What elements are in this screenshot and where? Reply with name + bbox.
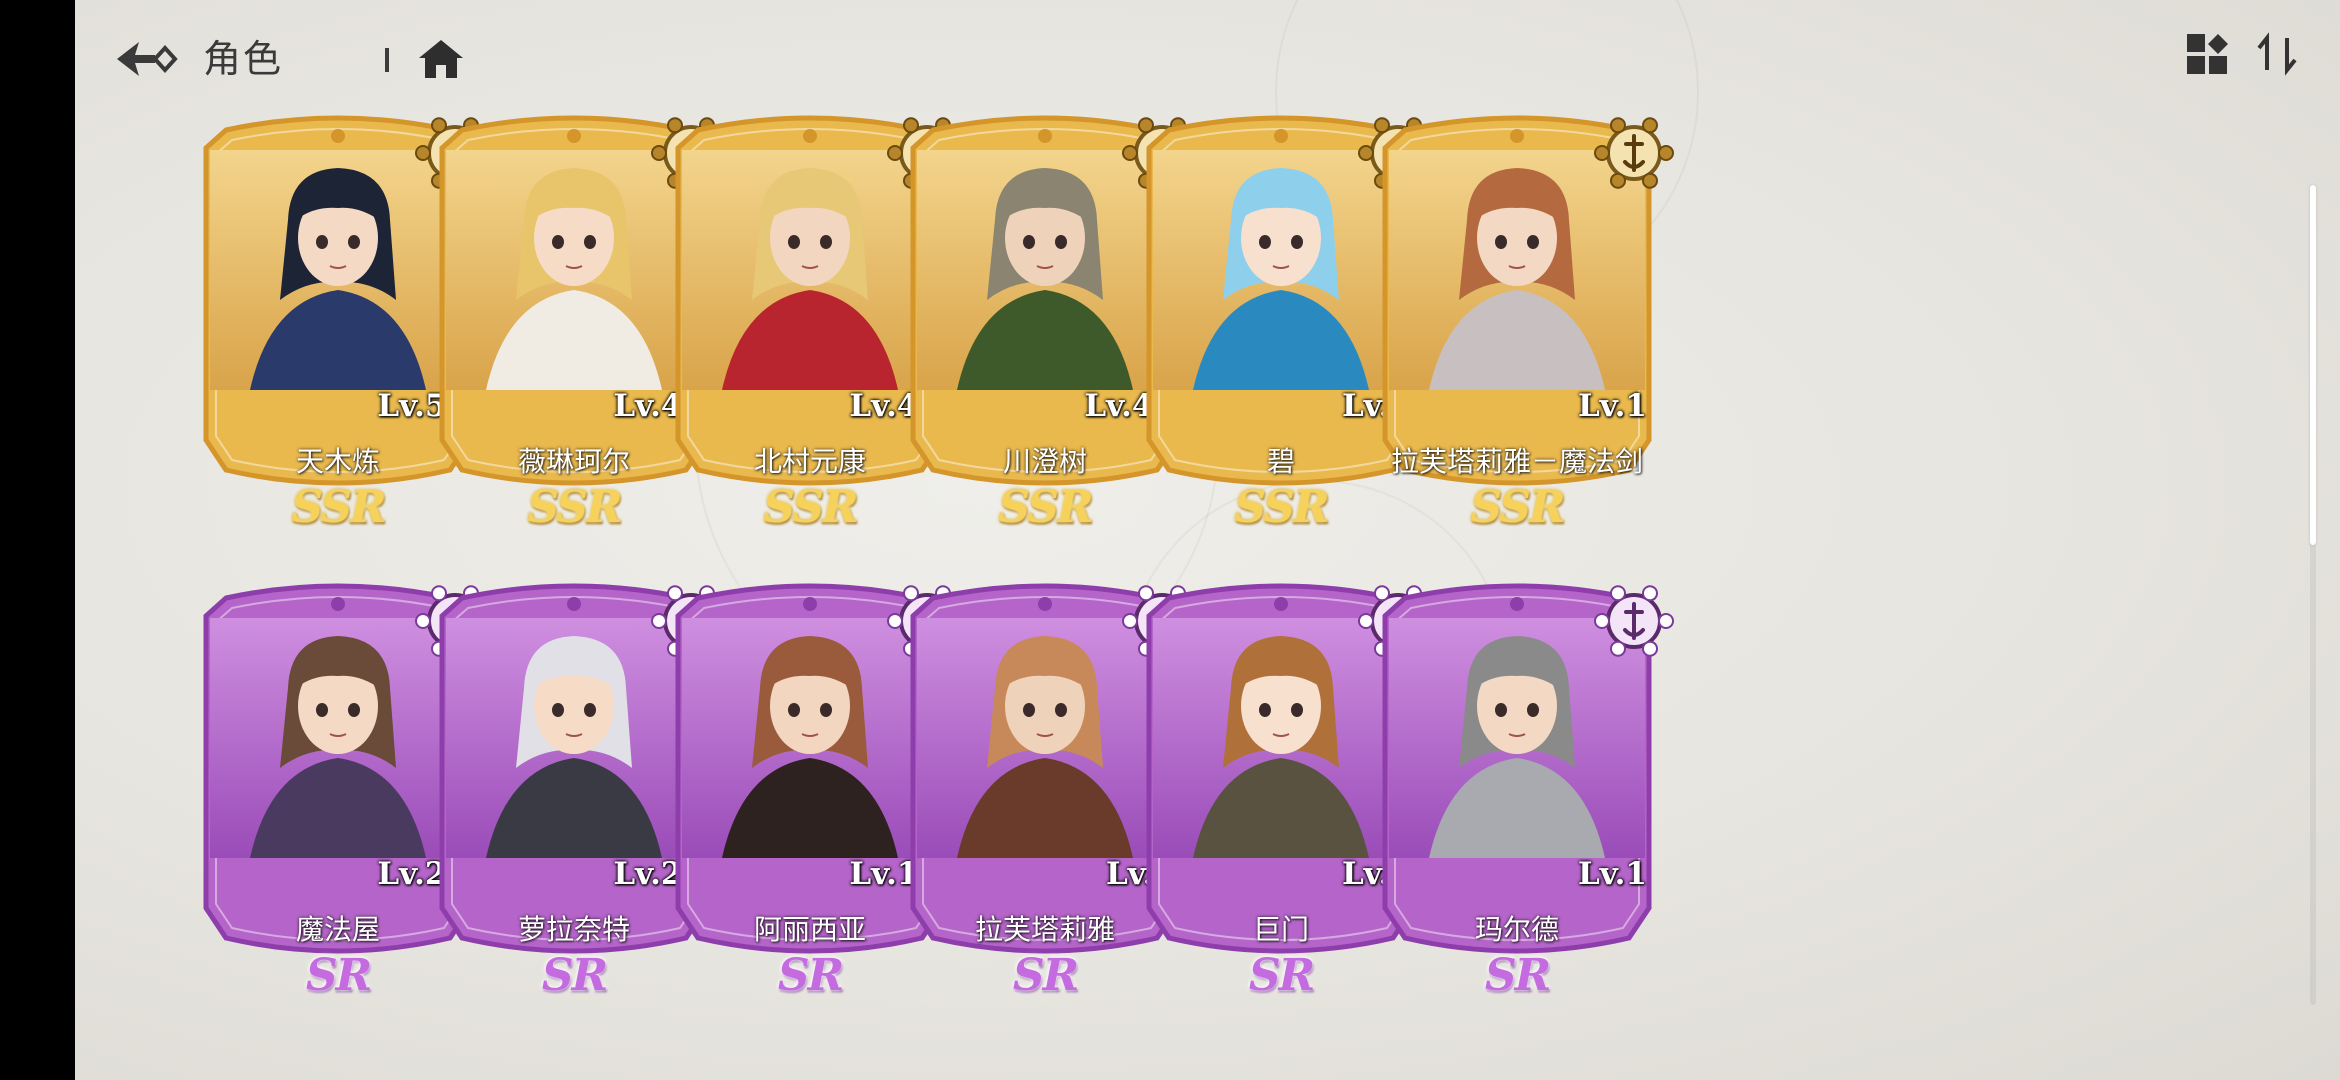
- page-title: 角色: [203, 37, 284, 81]
- character-level: Lv.1: [1577, 388, 1647, 424]
- home-button[interactable]: [415, 34, 467, 84]
- rarity-badge: SR: [1484, 950, 1551, 1001]
- shield-class-icon: [1594, 585, 1674, 657]
- character-list-screen: 角色 Lv.57 天木炼 SSR Lv.47 薇琳珂尔 SSR Lv.42 北村…: [75, 0, 2340, 1080]
- rarity-badge: SSR: [1470, 482, 1565, 533]
- back-button[interactable]: [115, 34, 181, 84]
- character-level: Lv.1: [1577, 856, 1647, 892]
- sort-button[interactable]: [2255, 30, 2301, 78]
- character-name: 拉芙塔莉雅－魔法剑: [1390, 445, 1643, 478]
- back-arrow-icon: [117, 42, 178, 76]
- character-card[interactable]: Lv.1 玛尔德 SR: [1367, 578, 1674, 1001]
- sort-icon: [2257, 32, 2297, 76]
- sword-class-icon: [1594, 117, 1674, 189]
- character-card[interactable]: Lv.1 拉芙塔莉雅－魔法剑 SSR: [1367, 110, 1674, 533]
- character-name: 玛尔德: [1474, 913, 1559, 946]
- home-icon: [419, 40, 463, 78]
- scrollbar[interactable]: [2310, 185, 2316, 1005]
- header-divider: [385, 48, 389, 72]
- scrollbar-thumb[interactable]: [2310, 185, 2316, 545]
- view-toggle-button[interactable]: [2185, 32, 2231, 78]
- grid-view-icon: [2187, 34, 2228, 74]
